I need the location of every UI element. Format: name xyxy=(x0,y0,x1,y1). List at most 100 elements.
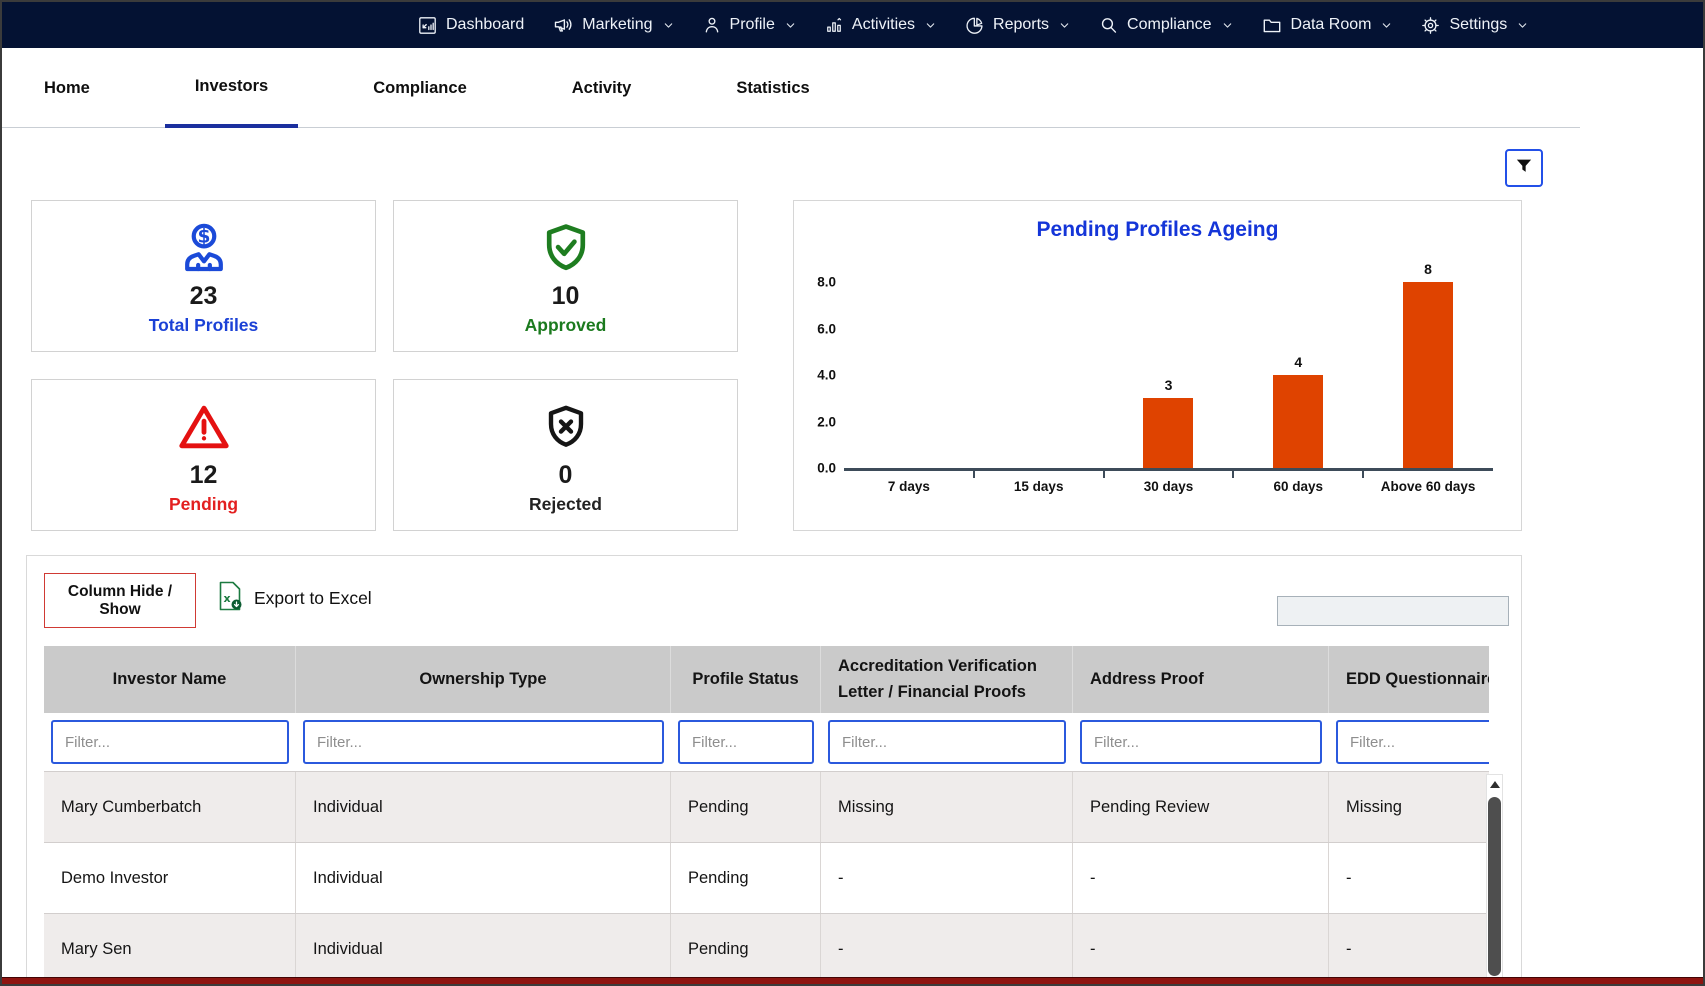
excel-file-icon: x xyxy=(217,581,243,616)
filter-cell xyxy=(1329,720,1489,764)
filter-cell xyxy=(1073,720,1329,764)
column-header-edd-questionnaire[interactable]: EDD Questionnaire xyxy=(1329,646,1489,713)
table-cell: Individual xyxy=(296,772,671,842)
nav-item-compliance[interactable]: Compliance xyxy=(1098,15,1232,36)
table-cell: - xyxy=(1073,843,1329,913)
chart-category-slot: 7 days xyxy=(844,282,974,468)
nav-item-activities[interactable]: Activities xyxy=(824,15,936,35)
chevron-down-icon xyxy=(1517,20,1528,31)
column-filter-input-ownership-type[interactable] xyxy=(303,720,664,764)
warning-triangle-icon xyxy=(175,396,233,458)
x-axis-tick-label: Above 60 days xyxy=(1381,479,1476,494)
nav-item-label: Reports xyxy=(993,16,1049,34)
scrollbar-up-arrow-icon[interactable] xyxy=(1487,775,1502,793)
stat-card-pending: 12Pending xyxy=(31,379,376,531)
column-filter-input-investor-name[interactable] xyxy=(51,720,289,764)
column-header-investor-name[interactable]: Investor Name xyxy=(44,646,296,713)
table-filter-row xyxy=(44,713,1489,771)
table-row-mary-cumberbatch[interactable]: Mary CumberbatchIndividualPendingMissing… xyxy=(44,771,1489,842)
stat-label: Approved xyxy=(525,315,607,336)
column-filter-input-edd-questionnaire[interactable] xyxy=(1336,720,1489,764)
y-axis-tick-label: 2.0 xyxy=(804,414,836,429)
table-cell: - xyxy=(1073,914,1329,984)
bar-value-label: 3 xyxy=(1165,377,1173,393)
table-cell: Individual xyxy=(296,843,671,913)
nav-item-profile[interactable]: Profile xyxy=(702,15,796,35)
svg-text:x: x xyxy=(223,592,230,605)
filter-cell xyxy=(44,720,296,764)
x-axis-tick-mark xyxy=(1362,471,1364,478)
column-header-address-proof[interactable]: Address Proof xyxy=(1073,646,1329,713)
table-cell: Pending Review xyxy=(1073,772,1329,842)
x-axis-tick-label: 15 days xyxy=(1014,479,1064,494)
bar-30-days xyxy=(1143,398,1193,468)
main-content: $23Total Profiles10Approved12Pending0Rej… xyxy=(2,128,1703,986)
column-filter-input-address-proof[interactable] xyxy=(1080,720,1322,764)
bottom-red-bar xyxy=(2,977,1703,984)
megaphone-icon xyxy=(552,14,574,36)
bar-value-label: 4 xyxy=(1294,354,1302,370)
bar-value-label: 8 xyxy=(1424,261,1432,277)
nav-item-reports[interactable]: Reports xyxy=(964,15,1070,36)
table-cell: Pending xyxy=(671,843,821,913)
table-cell: Pending xyxy=(671,914,821,984)
chart-plot-area: 7 days15 days330 days460 days8Above 60 d… xyxy=(844,282,1493,471)
x-axis-tick-label: 60 days xyxy=(1274,479,1324,494)
nav-item-label: Marketing xyxy=(582,16,652,34)
table-cell: Individual xyxy=(296,914,671,984)
column-header-ownership-type[interactable]: Ownership Type xyxy=(296,646,671,713)
chevron-down-icon xyxy=(663,20,674,31)
gear-icon xyxy=(1420,15,1441,36)
column-filter-input-profile-status[interactable] xyxy=(678,720,814,764)
funnel-icon xyxy=(1513,155,1535,182)
investors-table-panel: Column Hide / Show x Export to Excel Inv… xyxy=(26,555,1522,986)
folder-icon xyxy=(1261,14,1283,36)
scrollbar-thumb[interactable] xyxy=(1488,797,1501,976)
tab-statistics[interactable]: Statistics xyxy=(706,48,839,128)
x-axis-tick-mark xyxy=(1103,471,1105,478)
nav-item-data-room[interactable]: Data Room xyxy=(1261,14,1393,36)
column-header-profile-status[interactable]: Profile Status xyxy=(671,646,821,713)
chevron-down-icon xyxy=(1222,20,1233,31)
bar-60-days xyxy=(1273,375,1323,468)
nav-item-dashboard[interactable]: Dashboard xyxy=(417,15,524,36)
column-header-accreditation-verification-letter-financial-proofs[interactable]: Accreditation Verification Letter / Fina… xyxy=(821,646,1073,713)
nav-item-marketing[interactable]: Marketing xyxy=(552,14,673,36)
table-vertical-scrollbar[interactable] xyxy=(1486,774,1503,985)
stat-value: 12 xyxy=(190,461,218,490)
chart-title: Pending Profiles Ageing xyxy=(794,218,1521,242)
x-axis-tick-mark xyxy=(1232,471,1234,478)
table-search-input[interactable] xyxy=(1277,596,1509,626)
tab-home[interactable]: Home xyxy=(14,48,120,128)
table-cell: - xyxy=(821,914,1073,984)
stat-label: Rejected xyxy=(529,494,602,515)
filter-cell xyxy=(296,720,671,764)
y-axis-tick-label: 8.0 xyxy=(804,275,836,290)
tab-activity[interactable]: Activity xyxy=(542,48,662,128)
top-navigation-bar: Dashboard Marketing Profile Activities Repor… xyxy=(2,2,1703,48)
tab-investors[interactable]: Investors xyxy=(165,48,298,128)
column-filter-input-accreditation-verification-letter-financial-proofs[interactable] xyxy=(828,720,1066,764)
column-hide-show-button[interactable]: Column Hide / Show xyxy=(44,573,196,628)
stat-cards: $23Total Profiles10Approved12Pending0Rej… xyxy=(31,200,738,531)
magnifier-icon xyxy=(1098,15,1119,36)
svg-text:$: $ xyxy=(197,226,210,247)
table-row-mary-sen[interactable]: Mary SenIndividualPending--- xyxy=(44,913,1489,984)
table-row-demo-investor[interactable]: Demo InvestorIndividualPending--- xyxy=(44,842,1489,913)
table-header-row: Investor NameOwnership TypeProfile Statu… xyxy=(44,646,1489,713)
y-axis-tick-label: 6.0 xyxy=(804,321,836,336)
table-clip-region: Investor NameOwnership TypeProfile Statu… xyxy=(44,646,1489,985)
filter-button[interactable] xyxy=(1505,149,1543,187)
chart-category-slot: 15 days xyxy=(974,282,1104,468)
nav-item-label: Data Room xyxy=(1291,16,1372,34)
table-body: Mary CumberbatchIndividualPendingMissing… xyxy=(44,771,1489,984)
export-to-excel-button[interactable]: x Export to Excel xyxy=(217,581,372,616)
stat-card-rejected: 0Rejected xyxy=(393,379,738,531)
nav-item-settings[interactable]: Settings xyxy=(1420,15,1528,36)
chart-category-slot: 460 days xyxy=(1233,282,1363,468)
nav-item-label: Profile xyxy=(730,16,775,34)
chevron-down-icon xyxy=(785,20,796,31)
app-window: Dashboard Marketing Profile Activities Repor… xyxy=(0,0,1705,986)
bars-icon xyxy=(824,15,844,35)
tab-compliance[interactable]: Compliance xyxy=(343,48,497,128)
